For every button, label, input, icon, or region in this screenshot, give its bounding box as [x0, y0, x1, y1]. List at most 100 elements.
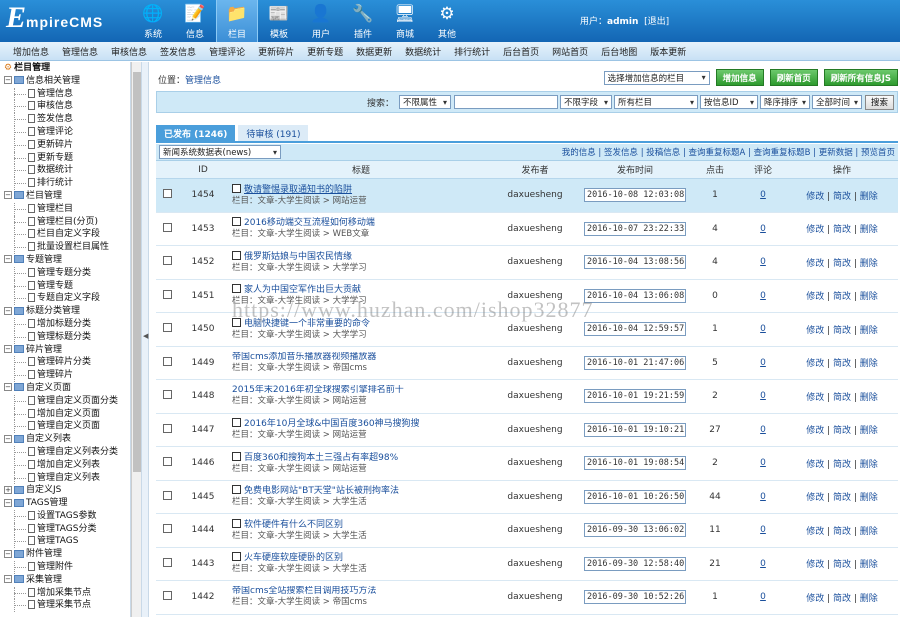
row-title-link[interactable]: 软件硬件有什么不同区别: [232, 518, 490, 531]
edit-link[interactable]: 修改: [806, 393, 824, 403]
tree-item[interactable]: 管理自定义页面分类: [0, 394, 130, 408]
table-row[interactable]: 1450 电脑快捷键一个非常重要的命令 栏目：文章-大学生阅读 > 大学学习 daxu…: [156, 313, 898, 347]
row-checkbox[interactable]: [162, 524, 172, 534]
row-comments-link[interactable]: 0: [760, 492, 766, 502]
collapse-icon[interactable]: −: [4, 498, 12, 507]
collapse-icon[interactable]: −: [4, 383, 12, 392]
time-select[interactable]: 全部时间: [811, 95, 862, 109]
subnav-item[interactable]: 管理评论: [209, 45, 245, 58]
row-checkbox[interactable]: [162, 323, 172, 333]
collapse-icon[interactable]: −: [4, 191, 12, 200]
row-time-input[interactable]: 2016-10-01 19:08:54: [584, 456, 686, 471]
collapse-icon[interactable]: −: [4, 345, 12, 354]
row-checkbox[interactable]: [162, 390, 172, 400]
quick-edit-link[interactable]: 简改: [833, 460, 851, 470]
attr-select[interactable]: 不限属性: [398, 95, 451, 109]
row-comments-link[interactable]: 0: [760, 358, 766, 368]
quick-edit-link[interactable]: 简改: [833, 594, 851, 604]
delete-link[interactable]: 删除: [860, 560, 878, 570]
order-by-select[interactable]: 按信息ID: [699, 95, 758, 109]
row-title-link[interactable]: 帝国cms全站搜索栏目调用技巧方法: [232, 586, 490, 597]
row-comments-link[interactable]: 0: [760, 190, 766, 200]
tree-item[interactable]: 审核信息: [0, 100, 130, 113]
panel-splitter[interactable]: ◀: [141, 62, 149, 617]
tree-item[interactable]: 管理自定义页面: [0, 420, 130, 433]
row-title-link[interactable]: 2016年10月全球&中国百度360神马搜狗搜: [232, 418, 490, 430]
refresh-js-button[interactable]: 刷新所有信息JS: [823, 69, 898, 86]
refresh-home-button[interactable]: 刷新首页: [769, 69, 818, 86]
tree-item[interactable]: 管理栏目: [0, 202, 130, 216]
tree-item[interactable]: 管理标题分类: [0, 330, 130, 344]
tree-group[interactable]: − 自定义列表: [0, 433, 130, 446]
row-checkbox[interactable]: [162, 356, 172, 366]
tree-item[interactable]: 管理栏目(分页): [0, 215, 130, 229]
row-title-link[interactable]: 电脑快捷键一个非常重要的命令: [232, 317, 490, 330]
nav-edit[interactable]: 📝 信息: [174, 0, 216, 42]
table-row[interactable]: 1444 软件硬件有什么不同区别 栏目：文章-大学生阅读 > 大学生活 daxuesh…: [156, 514, 898, 548]
quick-edit-link[interactable]: 简改: [833, 259, 851, 269]
delete-link[interactable]: 删除: [860, 594, 878, 604]
tree-item[interactable]: 管理碎片分类: [0, 356, 130, 369]
row-time-input[interactable]: 2016-10-08 12:03:08: [584, 188, 686, 203]
delete-link[interactable]: 删除: [860, 393, 878, 403]
tree-item[interactable]: 增加自定义列表: [0, 458, 130, 472]
subnav-item[interactable]: 版本更新: [650, 45, 686, 58]
row-title-link[interactable]: 俄罗斯姑娘与中国农民情缘: [232, 250, 490, 263]
edit-link[interactable]: 修改: [806, 493, 824, 503]
row-comments-link[interactable]: 0: [760, 391, 766, 401]
subnav-item[interactable]: 网站首页: [552, 45, 588, 58]
row-comments-link[interactable]: 0: [760, 425, 766, 435]
tree-item[interactable]: 管理自定义列表: [0, 471, 130, 485]
edit-link[interactable]: 修改: [806, 192, 824, 202]
row-title-link[interactable]: 家人为中国空军作出巨大贡献: [232, 284, 490, 296]
tree-item[interactable]: 管理专题: [0, 279, 130, 293]
subnav-item[interactable]: 更新碎片: [258, 45, 294, 58]
table-row[interactable]: 1442 帝国cms全站搜索栏目调用技巧方法 栏目：文章-大学生阅读 > 帝国cms…: [156, 581, 898, 615]
tree-item[interactable]: 增加自定义页面: [0, 407, 130, 421]
row-checkbox[interactable]: [162, 457, 172, 467]
tree-group[interactable]: − 附件管理: [0, 548, 130, 561]
quick-edit-link[interactable]: 简改: [833, 426, 851, 436]
row-checkbox[interactable]: [162, 591, 172, 601]
column-select[interactable]: 所有栏目: [613, 95, 698, 109]
edit-link[interactable]: 修改: [806, 560, 824, 570]
expand-icon[interactable]: +: [4, 485, 12, 494]
tab-published[interactable]: 已发布 (1246): [156, 125, 236, 141]
tree-item[interactable]: 管理附件: [0, 561, 130, 574]
logout-link[interactable]: [退出]: [644, 17, 669, 27]
subnav-item[interactable]: 排行统计: [454, 45, 490, 58]
quick-edit-link[interactable]: 简改: [833, 192, 851, 202]
row-title-link[interactable]: 帝国cms添加音乐播放器视频播放器: [232, 352, 490, 363]
nav-globe[interactable]: 🌐 系统: [132, 0, 174, 42]
nav-folder[interactable]: 📁 栏目: [216, 0, 258, 42]
delete-link[interactable]: 删除: [860, 460, 878, 470]
subnav-item[interactable]: 数据更新: [356, 45, 392, 58]
subnav-item[interactable]: 签发信息: [160, 45, 196, 58]
table-row[interactable]: 1453 2016移动端交互流程如何移动端 栏目：文章-大学生阅读 > WEB文章 d…: [156, 213, 898, 246]
tree-item[interactable]: 数据统计: [0, 164, 130, 177]
row-time-input[interactable]: 2016-09-30 10:52:26: [584, 590, 686, 605]
delete-link[interactable]: 删除: [860, 292, 878, 302]
quick-edit-link[interactable]: 简改: [833, 292, 851, 302]
tree-item[interactable]: 管理信息: [0, 87, 130, 101]
collapse-icon[interactable]: −: [4, 255, 12, 264]
quick-edit-link[interactable]: 简改: [833, 359, 851, 369]
tree-group[interactable]: − 碎片管理: [0, 344, 130, 357]
edit-link[interactable]: 修改: [806, 259, 824, 269]
collapse-icon[interactable]: −: [4, 549, 12, 558]
row-title-link[interactable]: 敬请警惕录取通知书的陷阱: [232, 183, 490, 196]
tree-item[interactable]: 设置TAGS参数: [0, 509, 130, 523]
delete-link[interactable]: 删除: [860, 192, 878, 202]
row-time-input[interactable]: 2016-10-04 13:08:56: [584, 255, 686, 270]
add-info-button[interactable]: 增加信息: [715, 69, 764, 86]
subnav-item[interactable]: 审核信息: [111, 45, 147, 58]
row-comments-link[interactable]: 0: [760, 324, 766, 334]
row-time-input[interactable]: 2016-10-04 12:59:57: [584, 322, 686, 337]
edit-link[interactable]: 修改: [806, 359, 824, 369]
row-comments-link[interactable]: 0: [760, 592, 766, 602]
nav-tools[interactable]: 🔧 插件: [342, 0, 384, 42]
search-input[interactable]: [453, 95, 558, 109]
tree-item[interactable]: 管理采集节点: [0, 599, 130, 613]
tree-item[interactable]: 批量设置栏目属性: [0, 241, 130, 254]
quick-edit-link[interactable]: 简改: [833, 560, 851, 570]
